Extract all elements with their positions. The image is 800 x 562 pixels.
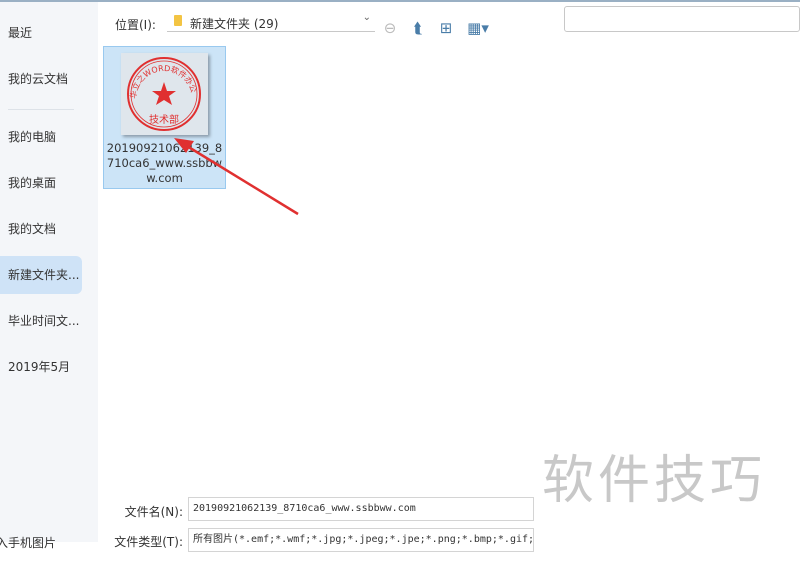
watermark: 软件技巧 xyxy=(542,451,767,511)
divider xyxy=(8,109,74,110)
search-input[interactable] xyxy=(564,6,800,32)
sidebar-item-recent[interactable]: 最近 xyxy=(0,14,82,52)
back-icon[interactable]: ⊖ xyxy=(380,18,400,38)
file-thumbnail: 技术部 华立之WORD软件办公 xyxy=(121,53,208,135)
location-label: 位置(I): xyxy=(115,18,156,32)
filename-label: 文件名(N): xyxy=(124,505,183,519)
svg-text:技术部: 技术部 xyxy=(149,113,179,126)
stamp-image: 技术部 华立之WORD软件办公 xyxy=(127,57,201,131)
filename-input[interactable]: 20190921062139_8710ca6_www.ssbbww.com xyxy=(188,497,534,521)
view-grid-icon[interactable]: ▦▾ xyxy=(465,18,491,38)
location-dropdown[interactable]: 新建文件夹 (29) ⌄ xyxy=(167,10,375,32)
sidebar-item-desktop[interactable]: 我的桌面 xyxy=(0,164,82,202)
sidebar-item-documents[interactable]: 我的文档 xyxy=(0,210,82,248)
folder-icon xyxy=(174,15,182,26)
sidebar-item-2019-may[interactable]: 2019年5月 xyxy=(0,348,82,386)
window-border xyxy=(0,0,800,2)
sidebar-item-my-computer[interactable]: 我的电脑 xyxy=(0,118,82,156)
new-folder-icon[interactable]: ⊞ xyxy=(436,18,456,38)
sidebar-item-import-phone[interactable]: 导入手机图片 xyxy=(0,524,58,562)
sidebar: 最近 我的云文档 我的电脑 我的桌面 我的文档 新建文件夹... 毕业时间文..… xyxy=(0,2,98,550)
red-arrow xyxy=(174,138,299,216)
filetype-select[interactable]: 所有图片(*.emf;*.wmf;*.jpg;*.jpeg;*.jpe;*.pn… xyxy=(188,528,534,552)
location-value: 新建文件夹 (29) xyxy=(190,17,279,31)
sidebar-item-cloud-docs[interactable]: 我的云文档 xyxy=(0,60,82,98)
sidebar-item-new-folder[interactable]: 新建文件夹... xyxy=(0,256,82,294)
sidebar-item-graduation[interactable]: 毕业时间文... xyxy=(0,302,82,340)
folder-up-icon[interactable]: ⮬ xyxy=(408,18,428,38)
chevron-down-icon[interactable]: ⌄ xyxy=(363,12,371,23)
